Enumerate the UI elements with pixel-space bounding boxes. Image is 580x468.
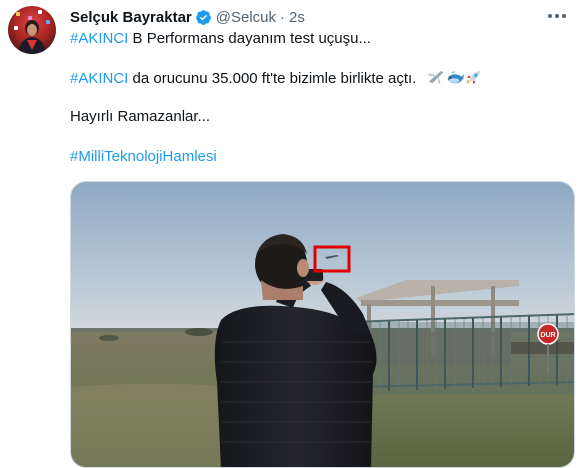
tweet-header: Selçuk Bayraktar @Selcuk · 2s [70, 7, 305, 27]
avatar[interactable] [8, 6, 56, 54]
tweet-text-line-1: #AKINCI B Performans dayanım test uçuşu.… [70, 29, 371, 49]
display-name[interactable]: Selçuk Bayraktar [70, 9, 192, 26]
stop-sign-text: DUR [540, 332, 555, 339]
more-options-icon[interactable] [546, 10, 568, 22]
tweet-text: B Performans dayanım test uçuşu... [128, 30, 371, 47]
avatar-figure [18, 20, 46, 54]
tweet-text-line-3: Hayırlı Ramazanlar... [70, 108, 211, 125]
tweet-text-line-2: #AKINCI da orucunu 35.000 ft'te bizimle … [70, 68, 483, 89]
airplane-icon [427, 68, 445, 86]
tweet-text-line-4: #MilliTeknolojiHamlesi [70, 147, 217, 167]
verified-badge-icon [195, 9, 212, 26]
rocket-icon [465, 68, 483, 86]
tweet-text: da orucunu 35.000 ft'te bizimle birlikte… [128, 70, 417, 87]
photo-scene: DUR [71, 182, 574, 467]
tweet[interactable]: Selçuk Bayraktar @Selcuk · 2s #AKINCI B … [0, 0, 580, 468]
user-handle[interactable]: @Selcuk [216, 9, 276, 26]
hashtag-link[interactable]: #AKINCI [70, 30, 128, 47]
tweet-photo[interactable]: DUR [70, 181, 575, 468]
hashtag-link[interactable]: #AKINCI [70, 70, 128, 87]
separator-dot: · [280, 8, 285, 26]
whale-icon [446, 68, 464, 86]
timestamp[interactable]: 2s [289, 9, 305, 26]
hashtag-link[interactable]: #MilliTeknolojiHamlesi [70, 148, 217, 165]
